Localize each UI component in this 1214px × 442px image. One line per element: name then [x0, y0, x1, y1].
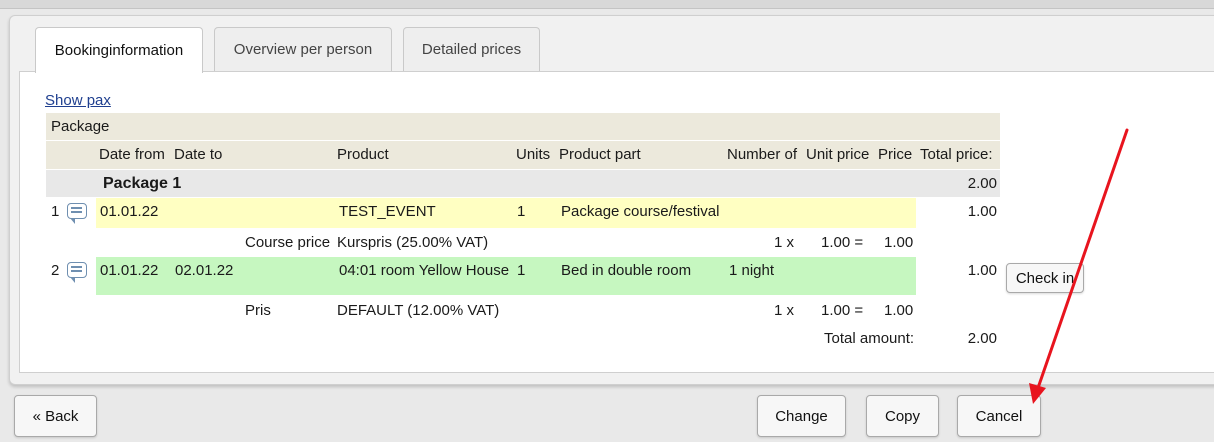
row-number: 1 — [51, 203, 60, 220]
back-button[interactable]: « Back — [14, 395, 97, 437]
col-product: Product — [337, 146, 389, 163]
tab-overview-per-person[interactable]: Overview per person — [214, 27, 392, 71]
col-product-part: Product part — [559, 146, 641, 163]
group-name: Package 1 — [103, 175, 182, 192]
price-line-unit-price: 1.00 = — [821, 302, 864, 319]
cancel-button[interactable]: Cancel — [957, 395, 1041, 437]
row-product-part: Package course/festival — [561, 203, 720, 220]
comment-icon[interactable] — [67, 203, 87, 224]
col-units: Units — [516, 146, 551, 163]
price-line-product: Kurspris (25.00% VAT) — [337, 234, 489, 251]
change-button[interactable]: Change — [757, 395, 846, 437]
tab-detailed-prices[interactable]: Detailed prices — [403, 27, 540, 71]
package-section-label: Package — [51, 118, 110, 135]
total-amount-label: Total amount: — [824, 330, 915, 347]
check-in-button[interactable]: Check in — [1006, 263, 1084, 293]
total-amount-value: 2.00 — [967, 330, 997, 347]
row-units: 1 — [517, 262, 526, 279]
row-date-to: 02.01.22 — [175, 262, 234, 279]
top-bar — [0, 0, 1214, 9]
price-line-price: 1.00 — [884, 234, 914, 251]
row-total: 1.00 — [967, 203, 997, 220]
price-line-label: Pris — [245, 302, 271, 319]
group-row — [46, 170, 1000, 197]
row-product: TEST_EVENT — [339, 203, 436, 220]
tab-bookinginformation[interactable]: Bookinginformation — [35, 27, 203, 73]
price-line-qty: 1 x — [774, 302, 795, 319]
col-number-of: Number of — [727, 146, 798, 163]
package-header-row — [46, 113, 1000, 140]
group-total: 2.00 — [967, 175, 997, 192]
row-units: 1 — [517, 203, 526, 220]
price-line-label: Course price — [245, 234, 331, 251]
col-total-price: Total price: — [920, 146, 993, 163]
copy-button[interactable]: Copy — [866, 395, 939, 437]
row-number: 2 — [51, 262, 60, 279]
table-row — [96, 198, 916, 228]
price-line-price: 1.00 — [884, 302, 914, 319]
row-date-from: 01.01.22 — [100, 262, 159, 279]
row-product-part: Bed in double room — [561, 262, 692, 279]
col-price: Price — [878, 146, 913, 163]
col-date-to: Date to — [174, 146, 223, 163]
row-date-from: 01.01.22 — [100, 203, 159, 220]
price-line-product: DEFAULT (12.00% VAT) — [337, 302, 500, 319]
show-pax-link[interactable]: Show pax — [45, 92, 111, 109]
price-line-qty: 1 x — [774, 234, 795, 251]
row-total: 1.00 — [967, 262, 997, 279]
comment-icon[interactable] — [67, 262, 87, 283]
row-product: 04:01 room Yellow House — [339, 262, 510, 279]
col-unit-price: Unit price — [806, 146, 870, 163]
price-line-unit-price: 1.00 = — [821, 234, 864, 251]
col-date-from: Date from — [99, 146, 165, 163]
row-number-of: 1 night — [729, 262, 775, 279]
